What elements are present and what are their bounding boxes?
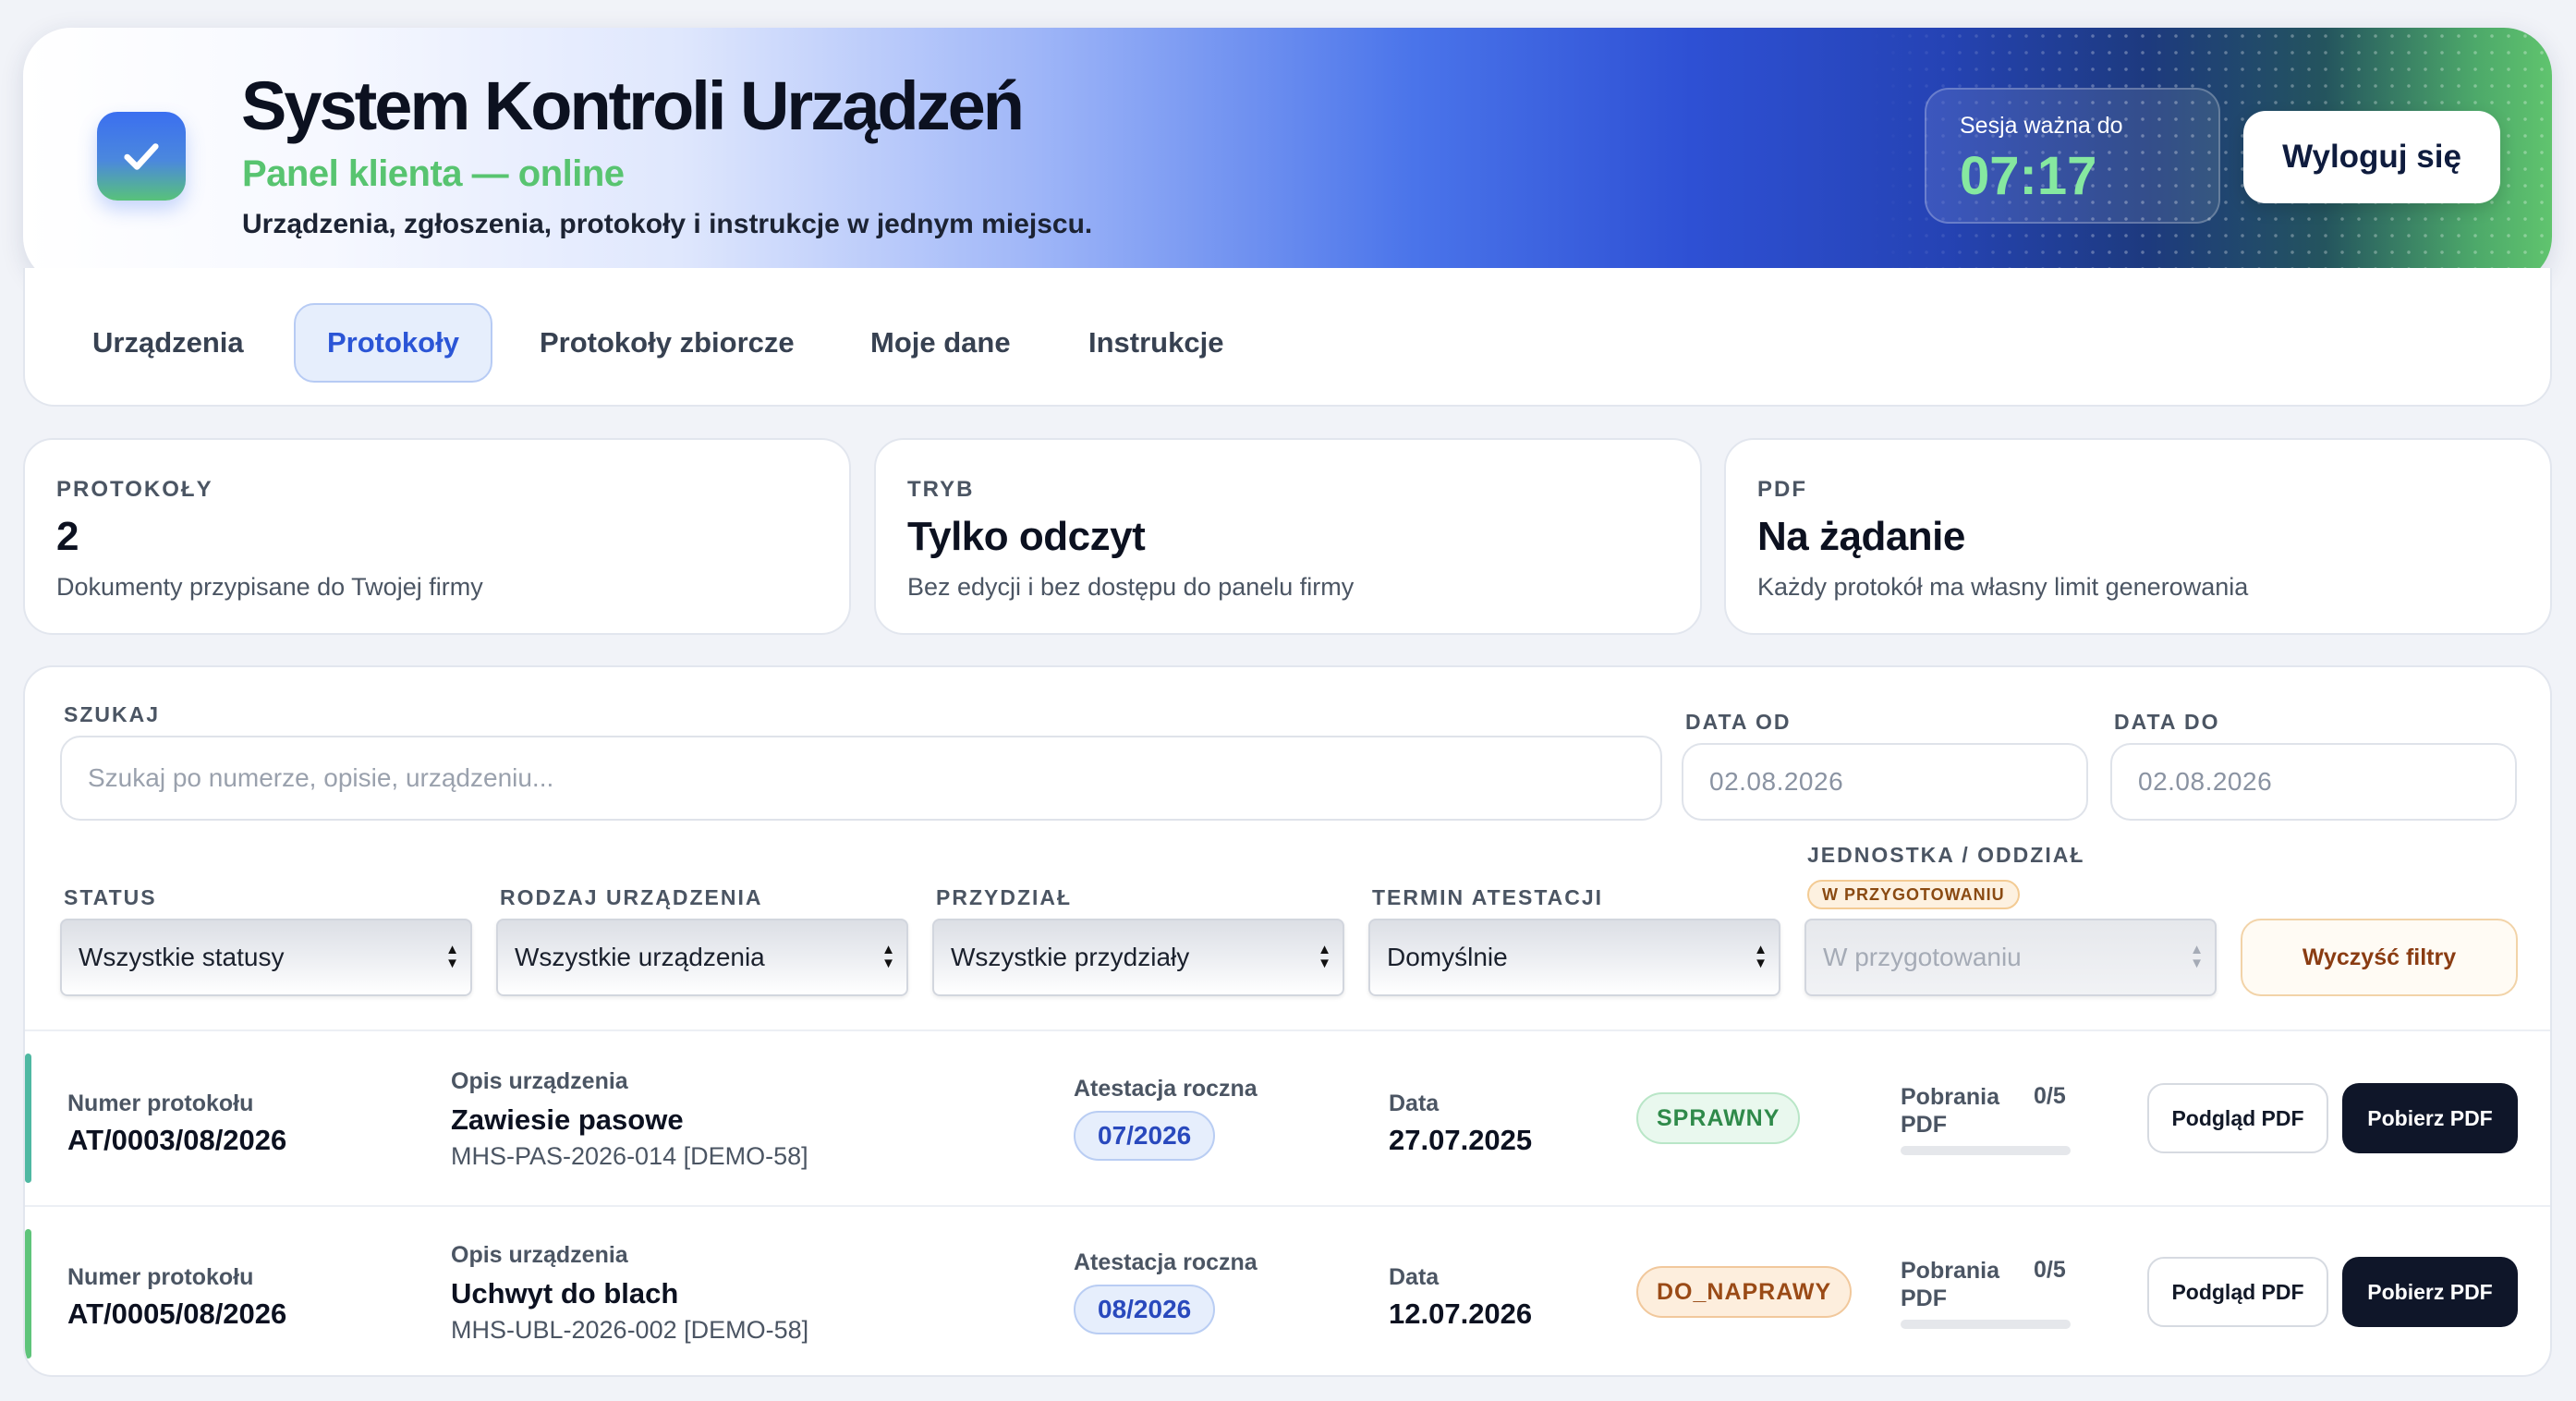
tab-instructions[interactable]: Instrukcje [1057,303,1255,383]
app-logo [97,112,186,201]
stat-label: TRYB [907,477,975,502]
row-accent [25,1054,31,1183]
unit-label: JEDNOSTKA / ODDZIAŁ [1807,843,2085,867]
stat-card-protocols: PROTOKOŁY 2 Dokumenty przypisane do Twoj… [23,438,851,635]
session-time: 07:17 [1960,146,2097,206]
date-label: Data [1389,1090,1440,1116]
app-header: System Kontroli Urządzeń Panel klienta —… [23,28,2552,285]
device-description-label: Opis urządzenia [451,1242,628,1268]
stat-description: Każdy protokół ma własny limit generowan… [1757,573,2249,601]
downloads-count: 0/5 [2034,1257,2066,1283]
logout-button[interactable]: Wyloguj się [2243,111,2500,203]
download-pdf-button[interactable]: Pobierz PDF [2342,1083,2518,1153]
session-info: Sesja ważna do 07:17 [1925,88,2220,224]
app-subtitle: Panel klienta — online [242,153,625,194]
date-label: Data [1389,1264,1440,1290]
protocol-date: 12.07.2026 [1389,1297,1533,1330]
date-to-input[interactable]: 02.08.2026 [2110,743,2517,821]
stat-label: PDF [1757,477,1807,502]
status-filter-label: STATUS [64,885,157,909]
deadline-select-value: Domyślnie [1387,943,1508,971]
stat-card-pdf: PDF Na żądanie Każdy protokół ma własny … [1724,438,2552,635]
tab-devices[interactable]: Urządzenia [61,303,275,383]
clear-filters-button[interactable]: Wyczyść filtry [2241,919,2518,996]
date-from-label: DATA OD [1685,710,1792,734]
status-select-value: Wszystkie statusy [79,943,285,971]
app-description: Urządzenia, zgłoszenia, protokoły i inst… [242,209,1093,239]
in-preparation-badge: W PRZYGOTOWANIU [1807,880,2020,909]
protocols-panel: SZUKAJ Szukaj po numerze, opisie, urządz… [23,665,2552,1377]
attestation-label: Atestacja roczna [1074,1249,1258,1275]
downloads-progress [1901,1320,2071,1329]
device-name: Zawiesie pasowe [451,1103,684,1136]
row-accent [25,1229,31,1358]
stat-description: Bez edycji i bez dostępu do panelu firmy [907,573,1355,601]
app-title: System Kontroli Urządzeń [241,67,1025,144]
protocol-number-label: Numer protokołu [67,1090,254,1116]
select-arrows-icon: ▲ ▼ [1318,942,1331,971]
check-icon [124,143,159,170]
downloads-label: Pobrania PDF [1901,1084,1999,1138]
tab-summary-protocols[interactable]: Protokoły zbiorcze [508,303,826,383]
protocol-number-label: Numer protokołu [67,1264,254,1290]
protocol-number: AT/0005/08/2026 [67,1297,287,1330]
select-arrows-icon: ▲ ▼ [1754,942,1768,971]
attestation-badge: 07/2026 [1074,1111,1216,1161]
stat-label: PROTOKOŁY [56,477,213,502]
download-pdf-button[interactable]: Pobierz PDF [2342,1257,2518,1327]
search-label: SZUKAJ [64,702,161,726]
select-arrows-icon: ▲ ▼ [2190,942,2204,971]
device-code: MHS-PAS-2026-014 [DEMO-58] [451,1142,808,1170]
attestation-badge: 08/2026 [1074,1285,1216,1334]
stat-description: Dokumenty przypisane do Twojej firmy [56,573,483,601]
attestation-label: Atestacja roczna [1074,1076,1258,1102]
unit-select-value: W przygotowaniu [1823,943,2022,971]
stat-card-mode: TRYB Tylko odczyt Bez edycji i bez dostę… [874,438,1702,635]
device-type-select-value: Wszystkie urządzenia [515,943,765,971]
stat-value: Tylko odczyt [907,514,1146,559]
stat-value: Na żądanie [1757,514,1965,559]
device-code: MHS-UBL-2026-002 [DEMO-58] [451,1316,809,1344]
deadline-label: TERMIN ATESTACJI [1372,885,1604,909]
device-name: Uchwyt do blach [451,1277,679,1310]
status-badge: DO_NAPRAWY [1636,1266,1853,1318]
session-label: Sesja ważna do [1960,113,2123,139]
unit-select: W przygotowaniu ▲ ▼ [1804,919,2217,996]
assignment-label: PRZYDZIAŁ [936,885,1073,909]
device-type-select[interactable]: Wszystkie urządzenia ▲ ▼ [496,919,908,996]
assignment-select[interactable]: Wszystkie przydziały ▲ ▼ [932,919,1344,996]
table-row: Numer protokołu AT/0003/08/2026 Opis urz… [25,1031,2550,1205]
assignment-select-value: Wszystkie przydziały [951,943,1190,971]
tab-protocols[interactable]: Protokoły [294,303,492,383]
device-description-label: Opis urządzenia [451,1068,628,1094]
protocol-number: AT/0003/08/2026 [67,1124,287,1156]
date-from-input[interactable]: 02.08.2026 [1682,743,2088,821]
device-type-label: RODZAJ URZĄDZENIA [500,885,763,909]
protocol-date: 27.07.2025 [1389,1124,1533,1156]
stat-value: 2 [56,514,79,559]
downloads-count: 0/5 [2034,1083,2066,1109]
main-nav: Urządzenia Protokoły Protokoły zbiorcze … [23,268,2552,407]
search-input[interactable]: Szukaj po numerze, opisie, urządzeniu... [60,736,1662,821]
deadline-select[interactable]: Domyślnie ▲ ▼ [1368,919,1780,996]
preview-pdf-button[interactable]: Podgląd PDF [2147,1083,2328,1153]
status-select[interactable]: Wszystkie statusy ▲ ▼ [60,919,472,996]
downloads-progress [1901,1146,2071,1155]
select-arrows-icon: ▲ ▼ [445,942,459,971]
preview-pdf-button[interactable]: Podgląd PDF [2147,1257,2328,1327]
select-arrows-icon: ▲ ▼ [881,942,895,971]
downloads-label: Pobrania PDF [1901,1258,1999,1311]
date-to-label: DATA DO [2114,710,2220,734]
tab-my-data[interactable]: Moje dane [839,303,1042,383]
table-row: Numer protokołu AT/0005/08/2026 Opis urz… [25,1207,2550,1375]
status-badge: SPRAWNY [1636,1092,1801,1144]
